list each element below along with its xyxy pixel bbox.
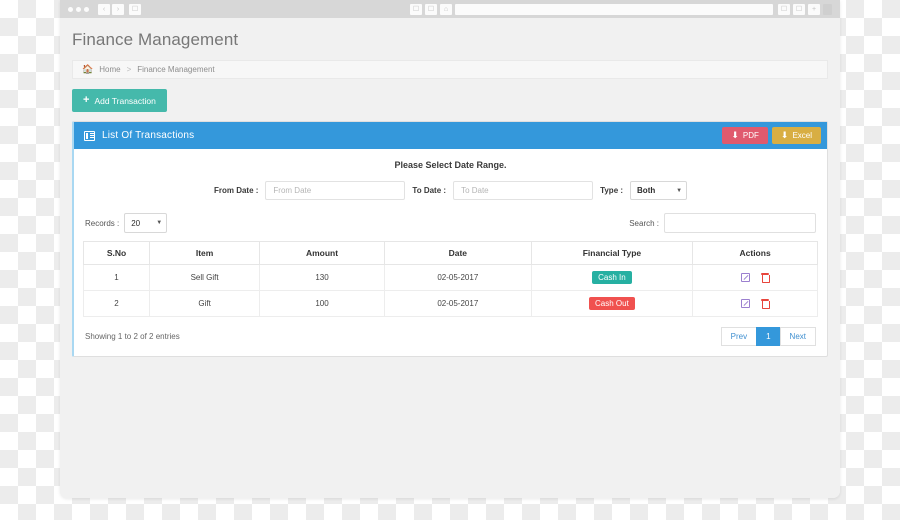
cell-amount: 130 xyxy=(259,264,385,291)
export-excel-label: Excel xyxy=(792,131,812,140)
window-controls xyxy=(68,6,89,12)
column-header-sno[interactable]: S.No xyxy=(82,241,151,265)
cell-actions xyxy=(692,264,818,291)
cell-date: 02-05-2017 xyxy=(383,290,532,317)
trash-icon[interactable] xyxy=(761,299,771,309)
cell-financial-type: Cash Out xyxy=(530,290,694,317)
back-button-icon[interactable]: ‹ xyxy=(98,3,110,15)
to-date-label: To Date : xyxy=(412,186,447,195)
search-group: Search : xyxy=(629,213,816,233)
cell-date: 02-05-2017 xyxy=(383,264,532,291)
export-pdf-label: PDF xyxy=(742,131,759,140)
address-bar[interactable] xyxy=(455,3,773,15)
add-transaction-button[interactable]: + Add Transaction xyxy=(72,89,167,112)
add-tab-icon[interactable]: + xyxy=(808,3,820,15)
mail-icon[interactable]: ☐ xyxy=(425,3,437,15)
panel-header: List Of Transactions ⬇ PDF ⬇ Excel xyxy=(74,122,827,149)
to-date-input[interactable] xyxy=(453,181,594,200)
pagination-prev-button[interactable]: Prev xyxy=(720,327,758,346)
column-header-item[interactable]: Item xyxy=(149,241,261,265)
search-input[interactable] xyxy=(664,213,816,233)
add-transaction-label: Add Transaction xyxy=(94,95,156,106)
browser-window: ‹ › ☐ ☐ ☐ ⌂ ☐ ☐ + Finance Management 🏠 H… xyxy=(60,0,840,498)
transactions-table: S.No Item Amount Date Financial Type Act… xyxy=(82,241,818,317)
pagination-page-1-button[interactable]: 1 xyxy=(756,327,781,346)
export-excel-button[interactable]: ⬇ Excel xyxy=(771,127,821,144)
chevron-right-icon: > xyxy=(126,65,132,74)
cell-financial-type: Cash In xyxy=(530,264,694,291)
from-date-label: From Date : xyxy=(213,186,259,195)
records-select[interactable]: 20 ▼ xyxy=(124,213,168,233)
share-icon[interactable]: ☐ xyxy=(778,3,790,15)
breadcrumb: 🏠 Home > Finance Management xyxy=(72,60,828,79)
column-header-amount[interactable]: Amount xyxy=(259,241,385,265)
search-label: Search : xyxy=(629,218,659,228)
table-row: 2 Gift 100 02-05-2017 Cash Out xyxy=(82,290,818,317)
plus-icon: + xyxy=(83,94,90,106)
table-body: 1 Sell Gift 130 02-05-2017 Cash In 2 Gift 100 02… xyxy=(82,264,818,317)
download-icon: ⬇ xyxy=(731,130,739,140)
type-select-value: Both xyxy=(637,186,656,195)
breadcrumb-item-home[interactable]: Home xyxy=(99,65,120,74)
column-header-actions: Actions xyxy=(692,241,818,265)
chrome-right-buttons: ☐ ☐ + xyxy=(778,3,834,15)
filter-row: From Date : To Date : Type : Both ▼ xyxy=(83,181,818,200)
home-button-icon[interactable]: ⌂ xyxy=(440,3,452,15)
cell-item: Gift xyxy=(149,290,261,317)
records-select-value: 20 xyxy=(131,218,141,228)
bookmark-icon[interactable]: ☐ xyxy=(410,3,422,15)
chrome-menu-icon[interactable] xyxy=(823,3,832,15)
trash-icon[interactable] xyxy=(761,273,771,283)
address-bar-group: ☐ ☐ ⌂ xyxy=(410,3,773,15)
cell-sno: 2 xyxy=(82,290,151,317)
sidebar-toggle-icon[interactable]: ☐ xyxy=(129,3,141,15)
list-icon xyxy=(84,130,95,141)
panel-body: Please Select Date Range. From Date : To… xyxy=(74,149,827,356)
chevron-down-icon: ▼ xyxy=(676,187,683,194)
cell-amount: 100 xyxy=(259,290,385,317)
records-group: Records : 20 ▼ xyxy=(85,213,168,233)
status-badge: Cash Out xyxy=(589,297,635,310)
nav-buttons: ‹ › xyxy=(98,3,124,15)
pagination-next-button[interactable]: Next xyxy=(779,327,816,346)
breadcrumb-item-current: Finance Management xyxy=(137,65,215,74)
status-badge: Cash In xyxy=(592,271,632,284)
page-content: Finance Management 🏠 Home > Finance Mana… xyxy=(60,18,840,498)
forward-button-icon[interactable]: › xyxy=(112,3,124,15)
edit-icon[interactable] xyxy=(741,273,751,282)
export-pdf-button[interactable]: ⬇ PDF xyxy=(722,127,768,144)
tabs-icon[interactable]: ☐ xyxy=(793,3,805,15)
pagination: Prev 1 Next xyxy=(720,327,816,346)
window-dot xyxy=(68,6,73,12)
table-header-row: S.No Item Amount Date Financial Type Act… xyxy=(82,241,818,265)
table-row: 1 Sell Gift 130 02-05-2017 Cash In xyxy=(82,264,818,291)
cell-item: Sell Gift xyxy=(149,264,261,291)
column-header-financial-type[interactable]: Financial Type xyxy=(530,241,694,265)
cell-actions xyxy=(692,290,818,317)
panel-title: List Of Transactions xyxy=(102,130,195,141)
action-buttons xyxy=(695,273,815,283)
records-label: Records : xyxy=(85,218,120,228)
export-buttons: ⬇ PDF ⬇ Excel xyxy=(722,127,821,144)
download-icon: ⬇ xyxy=(780,130,789,140)
home-icon: 🏠 xyxy=(82,64,94,74)
edit-icon[interactable] xyxy=(741,299,751,308)
cell-sno: 1 xyxy=(82,264,151,291)
action-buttons xyxy=(695,299,815,309)
table-head: S.No Item Amount Date Financial Type Act… xyxy=(82,241,818,265)
type-label: Type : xyxy=(600,186,624,195)
table-controls-row: Records : 20 ▼ Search : xyxy=(83,213,818,233)
window-dot xyxy=(84,6,89,12)
window-dot xyxy=(76,6,81,12)
page-title: Finance Management xyxy=(72,30,239,49)
browser-chrome-bar: ‹ › ☐ ☐ ☐ ⌂ ☐ ☐ + xyxy=(60,0,840,18)
date-range-heading: Please Select Date Range. xyxy=(394,160,507,170)
column-header-date[interactable]: Date xyxy=(383,241,532,265)
entries-info: Showing 1 to 2 of 2 entries xyxy=(85,332,180,341)
type-select[interactable]: Both ▼ xyxy=(630,181,688,200)
table-footer: Showing 1 to 2 of 2 entries Prev 1 Next xyxy=(83,327,818,348)
transactions-panel: List Of Transactions ⬇ PDF ⬇ Excel Pleas… xyxy=(72,121,828,357)
from-date-input[interactable] xyxy=(265,181,406,200)
chevron-down-icon: ▼ xyxy=(156,220,163,226)
